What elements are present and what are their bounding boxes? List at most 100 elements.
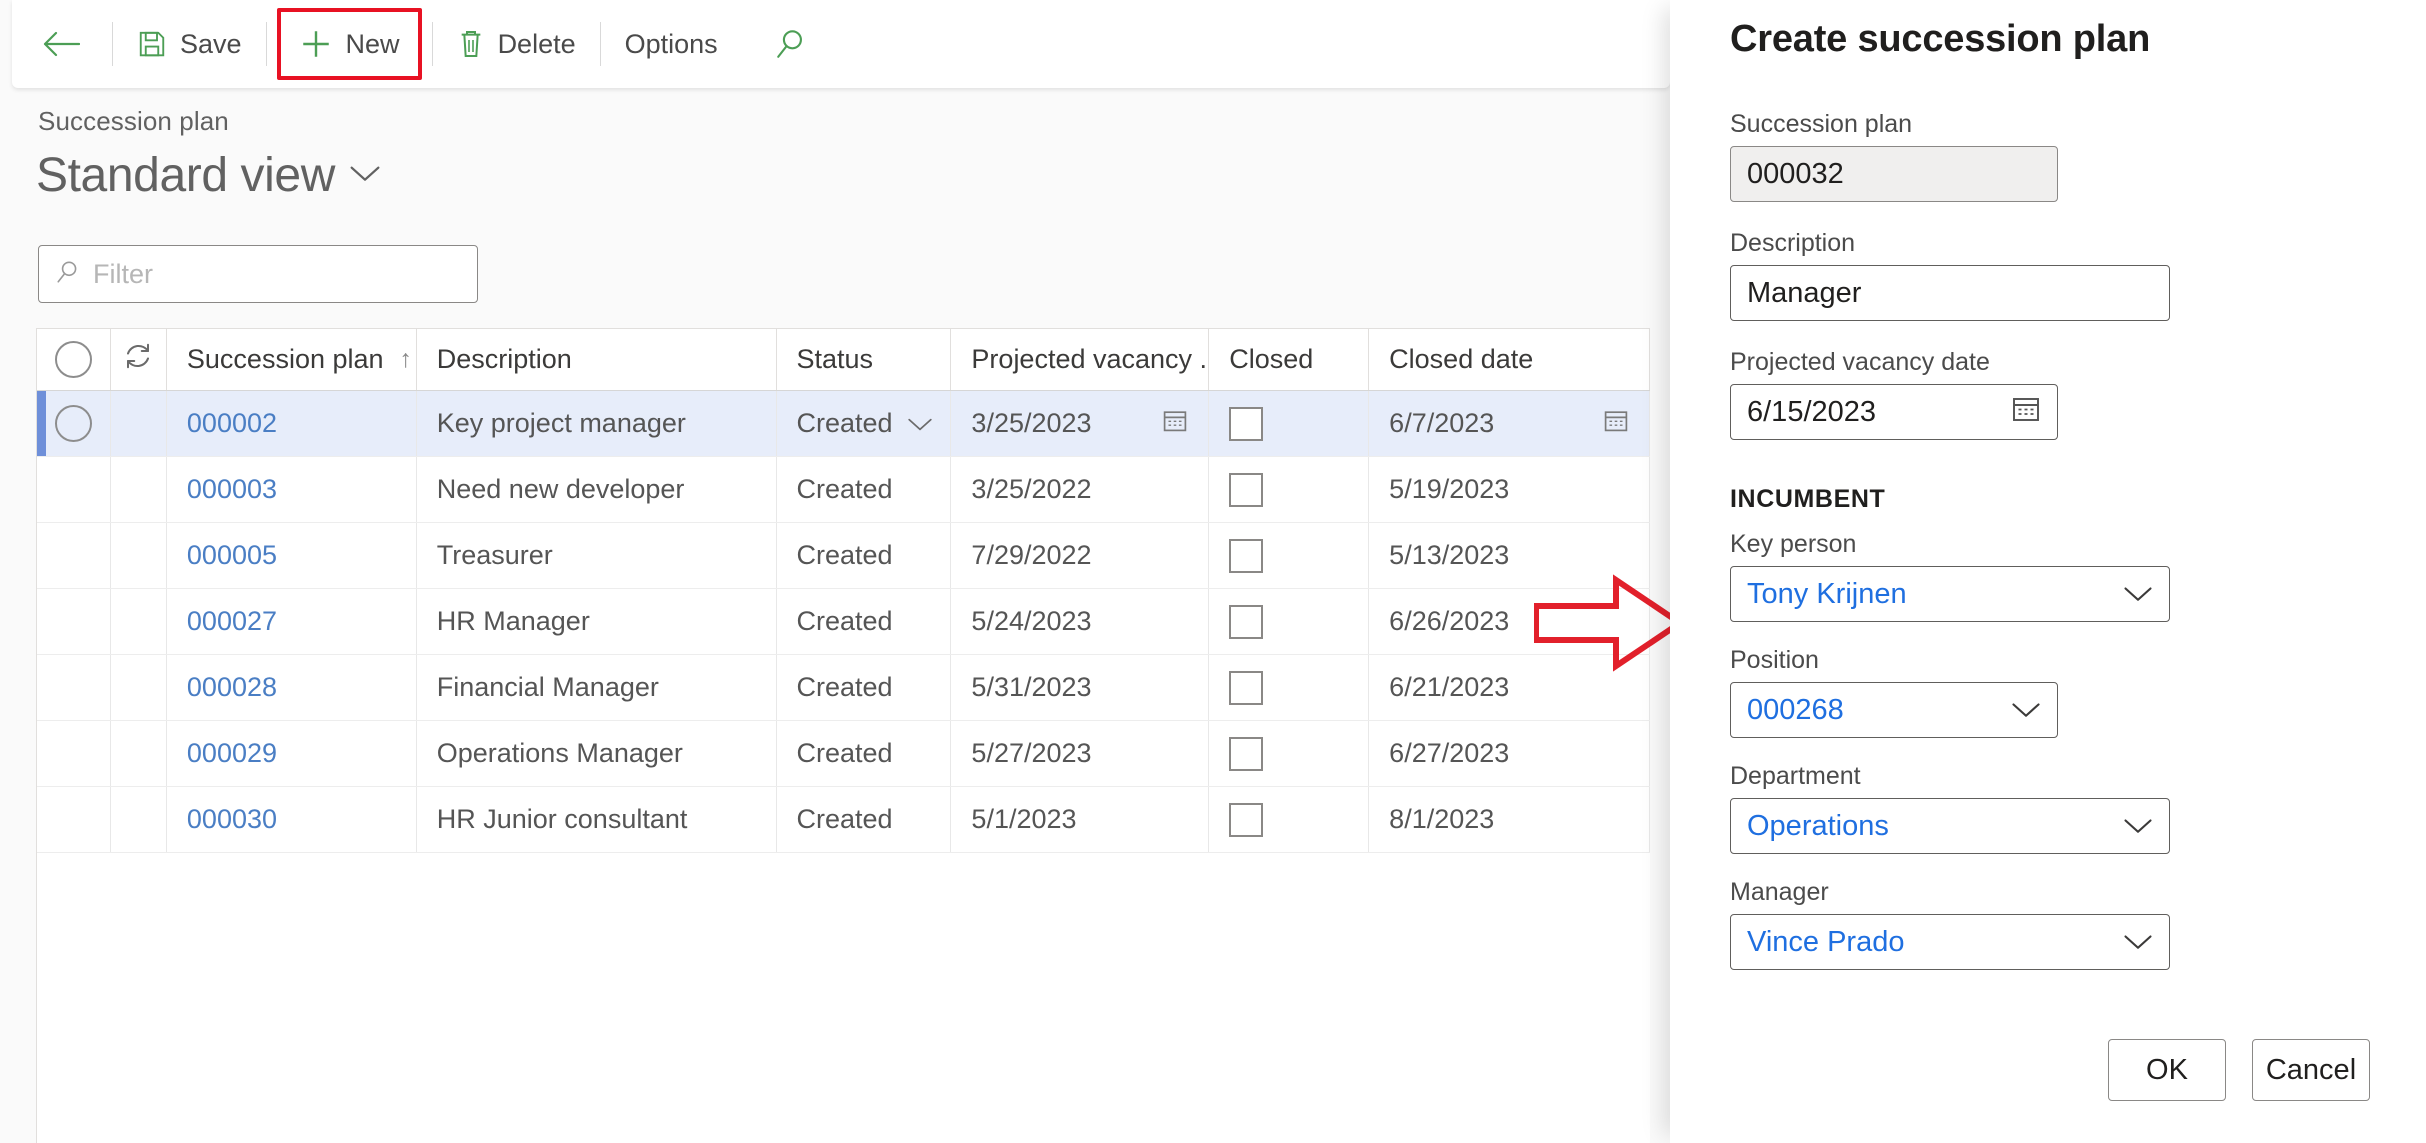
- options-button[interactable]: Options: [607, 14, 736, 74]
- cell-closed-date[interactable]: 6/7/2023: [1369, 391, 1650, 456]
- new-button[interactable]: New: [281, 14, 418, 74]
- table-row[interactable]: 000030 HR Junior consultant Created 5/1/…: [37, 787, 1650, 853]
- cell-projected-vacancy-date[interactable]: 5/24/2023: [951, 589, 1210, 654]
- table-row[interactable]: 000003 Need new developer Created 3/25/2…: [37, 457, 1650, 523]
- chevron-down-icon[interactable]: [907, 408, 933, 439]
- cell-status[interactable]: Created: [777, 787, 952, 852]
- department-dropdown[interactable]: Operations: [1730, 798, 2170, 854]
- cell-projected-vacancy-date[interactable]: 5/1/2023: [951, 787, 1210, 852]
- cell-closed[interactable]: [1209, 589, 1370, 654]
- row-select-cell[interactable]: [37, 721, 111, 786]
- succession-plan-link[interactable]: 000002: [187, 408, 277, 439]
- cell-description[interactable]: HR Manager: [417, 589, 777, 654]
- cell-succession-plan[interactable]: 000027: [167, 589, 417, 654]
- cell-succession-plan[interactable]: 000028: [167, 655, 417, 720]
- row-select-cell[interactable]: [37, 523, 111, 588]
- succession-plan-link[interactable]: 000030: [187, 804, 277, 835]
- closed-checkbox[interactable]: [1229, 472, 1264, 507]
- row-select-cell[interactable]: [37, 457, 111, 522]
- cell-closed-date[interactable]: 8/1/2023: [1369, 787, 1650, 852]
- select-all-header[interactable]: [37, 329, 111, 390]
- succession-plan-link[interactable]: 000028: [187, 672, 277, 703]
- cell-closed[interactable]: [1209, 391, 1370, 456]
- table-row[interactable]: 000005 Treasurer Created 7/29/2022 5/13/…: [37, 523, 1650, 589]
- succession-plan-link[interactable]: 000029: [187, 738, 277, 769]
- chevron-down-icon[interactable]: [2011, 694, 2041, 727]
- cell-description[interactable]: Treasurer: [417, 523, 777, 588]
- row-select-cell[interactable]: [37, 787, 111, 852]
- table-row[interactable]: 000029 Operations Manager Created 5/27/2…: [37, 721, 1650, 787]
- column-header-closed-date[interactable]: Closed date: [1369, 329, 1650, 390]
- table-row[interactable]: 000028 Financial Manager Created 5/31/20…: [37, 655, 1650, 721]
- closed-checkbox[interactable]: [1229, 406, 1264, 441]
- cell-status[interactable]: Created: [777, 655, 952, 720]
- save-button[interactable]: Save: [119, 14, 260, 74]
- cell-status[interactable]: Created: [777, 457, 952, 522]
- cell-description[interactable]: Key project manager: [417, 391, 777, 456]
- cell-status[interactable]: Created: [777, 391, 952, 456]
- search-button[interactable]: [754, 14, 828, 74]
- cell-succession-plan[interactable]: 000005: [167, 523, 417, 588]
- cell-projected-vacancy-date[interactable]: 7/29/2022: [951, 523, 1210, 588]
- succession-plan-link[interactable]: 000003: [187, 474, 277, 505]
- refresh-header[interactable]: [111, 329, 167, 390]
- succession-plan-link[interactable]: 000005: [187, 540, 277, 571]
- cancel-button[interactable]: Cancel: [2252, 1039, 2370, 1101]
- table-row[interactable]: 000027 HR Manager Created 5/24/2023 6/26…: [37, 589, 1650, 655]
- succession-plan-input[interactable]: 000032: [1730, 146, 2058, 202]
- row-select-cell[interactable]: [37, 655, 111, 720]
- cell-closed[interactable]: [1209, 787, 1370, 852]
- delete-button[interactable]: Delete: [439, 14, 594, 74]
- cell-closed[interactable]: [1209, 655, 1370, 720]
- cell-closed[interactable]: [1209, 457, 1370, 522]
- column-header-status[interactable]: Status: [777, 329, 952, 390]
- cell-succession-plan[interactable]: 000030: [167, 787, 417, 852]
- cell-closed[interactable]: [1209, 523, 1370, 588]
- position-dropdown[interactable]: 000268: [1730, 682, 2058, 738]
- cell-projected-vacancy-date[interactable]: 3/25/2022: [951, 457, 1210, 522]
- cell-description[interactable]: HR Junior consultant: [417, 787, 777, 852]
- chevron-down-icon[interactable]: [2123, 926, 2153, 959]
- cell-status[interactable]: Created: [777, 589, 952, 654]
- cell-description[interactable]: Financial Manager: [417, 655, 777, 720]
- succession-plan-link[interactable]: 000027: [187, 606, 277, 637]
- chevron-down-icon[interactable]: [2123, 810, 2153, 843]
- cell-description[interactable]: Operations Manager: [417, 721, 777, 786]
- table-row[interactable]: 000002 Key project manager Created 3/25/…: [37, 391, 1650, 457]
- cell-description[interactable]: Need new developer: [417, 457, 777, 522]
- row-select-cell[interactable]: [37, 589, 111, 654]
- closed-checkbox[interactable]: [1229, 802, 1264, 837]
- calendar-icon[interactable]: [1162, 407, 1188, 440]
- cell-projected-vacancy-date[interactable]: 5/31/2023: [951, 655, 1210, 720]
- closed-checkbox[interactable]: [1229, 604, 1264, 639]
- key-person-dropdown[interactable]: Tony Krijnen: [1730, 566, 2170, 622]
- view-selector[interactable]: Standard view: [36, 148, 381, 203]
- chevron-down-icon[interactable]: [2123, 578, 2153, 611]
- description-input[interactable]: Manager: [1730, 265, 2170, 321]
- row-radio-icon[interactable]: [54, 405, 92, 442]
- column-header-description[interactable]: Description: [417, 329, 777, 390]
- closed-checkbox[interactable]: [1229, 736, 1264, 771]
- column-header-projected-vacancy-date[interactable]: Projected vacancy ...: [951, 329, 1210, 390]
- projected-vacancy-date-input[interactable]: 6/15/2023: [1730, 384, 2058, 440]
- cell-closed[interactable]: [1209, 721, 1370, 786]
- cell-closed-date[interactable]: 6/27/2023: [1369, 721, 1650, 786]
- filter-input[interactable]: Filter: [38, 245, 478, 303]
- cell-succession-plan[interactable]: 000029: [167, 721, 417, 786]
- cell-succession-plan[interactable]: 000003: [167, 457, 417, 522]
- closed-checkbox[interactable]: [1229, 670, 1264, 705]
- column-header-closed[interactable]: Closed: [1209, 329, 1370, 390]
- cell-projected-vacancy-date[interactable]: 3/25/2023: [951, 391, 1210, 456]
- cell-status[interactable]: Created: [777, 523, 952, 588]
- manager-dropdown[interactable]: Vince Prado: [1730, 914, 2170, 970]
- calendar-icon[interactable]: [1603, 407, 1629, 440]
- closed-checkbox[interactable]: [1229, 538, 1264, 573]
- ok-button[interactable]: OK: [2108, 1039, 2226, 1101]
- cell-succession-plan[interactable]: 000002: [167, 391, 417, 456]
- cell-closed-date[interactable]: 5/19/2023: [1369, 457, 1650, 522]
- column-header-succession-plan[interactable]: Succession plan ↑: [167, 329, 417, 390]
- calendar-icon[interactable]: [2011, 393, 2041, 431]
- back-button[interactable]: [12, 14, 106, 74]
- row-select-cell[interactable]: [37, 391, 111, 456]
- cell-projected-vacancy-date[interactable]: 5/27/2023: [951, 721, 1210, 786]
